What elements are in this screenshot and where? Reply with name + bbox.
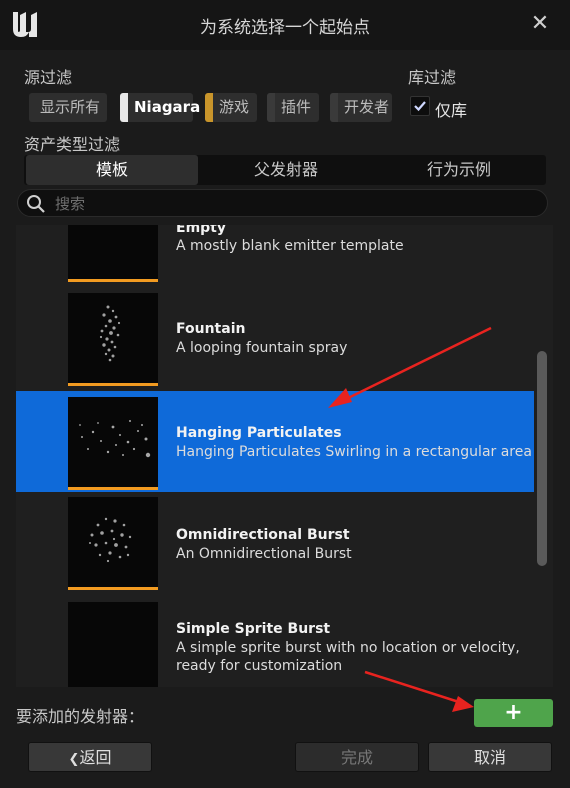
emitter-description: Hanging Particulates Swirling in a recta… — [176, 444, 532, 460]
close-icon[interactable]: ✕ — [527, 11, 553, 37]
asset-type-filter-label: 资产类型过滤 — [24, 135, 121, 154]
emitter-name: Simple Sprite Burst — [176, 621, 331, 637]
emitter-description: A mostly blank emitter template — [176, 238, 404, 254]
library-only-checkbox[interactable] — [410, 96, 430, 116]
annotation-arrowhead — [452, 696, 474, 712]
thumbnail-underline — [68, 587, 158, 590]
asset-type-tabs: 模板 父发射器 行为示例 — [24, 155, 546, 185]
window-title: 为系统选择一个起始点 — [200, 18, 370, 38]
list-item-simple-sprite-burst[interactable]: Simple Sprite Burst A simple sprite burs… — [16, 598, 534, 687]
chip-color-bar — [330, 93, 338, 122]
cancel-button[interactable]: 取消 — [428, 742, 552, 772]
tab-parent-emitters[interactable]: 父发射器 — [200, 155, 372, 185]
chip-game[interactable]: 游戏 — [205, 93, 257, 122]
emitter-description: An Omnidirectional Burst — [176, 546, 352, 562]
simple-sprite-burst-thumbnail-icon — [68, 602, 158, 687]
chevron-left-icon: ❮ — [68, 752, 80, 767]
chip-developer[interactable]: 开发者 — [330, 93, 392, 122]
chip-color-bar — [120, 93, 128, 122]
empty-thumbnail-icon — [68, 225, 158, 282]
chip-niagara[interactable]: Niagara — [120, 93, 200, 122]
emitter-name: Omnidirectional Burst — [176, 527, 350, 543]
emitters-to-add-label: 要添加的发射器： — [16, 707, 145, 726]
emitter-name: Hanging Particulates — [176, 425, 342, 441]
emitter-description: A simple sprite burst with no location o… — [176, 640, 520, 674]
chip-color-bar — [267, 93, 275, 122]
chip-show-all[interactable]: 显示所有 — [29, 93, 107, 122]
chip-plugins[interactable]: 插件 — [267, 93, 319, 122]
title-bar: 为系统选择一个起始点 ✕ — [0, 0, 570, 50]
hanging-particulates-thumbnail-icon — [68, 397, 158, 490]
library-only-label: 仅库 — [435, 101, 468, 120]
source-filter-label: 源过滤 — [24, 68, 73, 87]
checkmark-icon — [414, 101, 426, 112]
list-item-fountain[interactable]: Fountain A looping fountain spray — [16, 291, 534, 394]
tab-templates[interactable]: 模板 — [26, 155, 198, 185]
list-item-omnidirectional-burst[interactable]: Omnidirectional Burst An Omnidirectional… — [16, 495, 534, 598]
chip-color-bar — [205, 93, 213, 122]
finish-button[interactable]: 完成 — [295, 742, 419, 772]
chip-label: 显示所有 — [40, 98, 101, 116]
fountain-thumbnail-icon — [68, 293, 158, 386]
list-item-hanging-particulates[interactable]: Hanging Particulates Hanging Particulate… — [16, 391, 534, 492]
thumbnail-underline — [68, 383, 158, 386]
library-filter-label: 库过滤 — [408, 68, 457, 87]
emitter-name: Fountain — [176, 321, 246, 337]
scrollbar[interactable] — [537, 351, 547, 566]
search-icon — [27, 195, 45, 213]
emitter-list[interactable]: Empty A mostly blank emitter template Fo… — [16, 225, 553, 687]
tab-behavior-examples[interactable]: 行为示例 — [374, 155, 544, 185]
back-button[interactable]: ❮返回 — [28, 742, 152, 772]
chip-label: Niagara — [134, 98, 201, 116]
back-label: 返回 — [79, 748, 112, 767]
chip-label: 插件 — [281, 98, 312, 116]
add-emitter-button[interactable]: + — [474, 699, 553, 727]
emitter-name: Empty — [176, 225, 226, 236]
emitter-description: A looping fountain spray — [176, 340, 348, 356]
thumbnail-underline — [68, 279, 158, 282]
search-input[interactable] — [53, 193, 537, 215]
chip-label: 开发者 — [344, 98, 390, 116]
thumbnail-underline — [68, 487, 158, 490]
list-item-empty[interactable]: Empty A mostly blank emitter template — [16, 225, 534, 292]
chip-label: 游戏 — [219, 98, 250, 116]
omnidirectional-burst-thumbnail-icon — [68, 497, 158, 590]
search-box — [17, 189, 548, 217]
